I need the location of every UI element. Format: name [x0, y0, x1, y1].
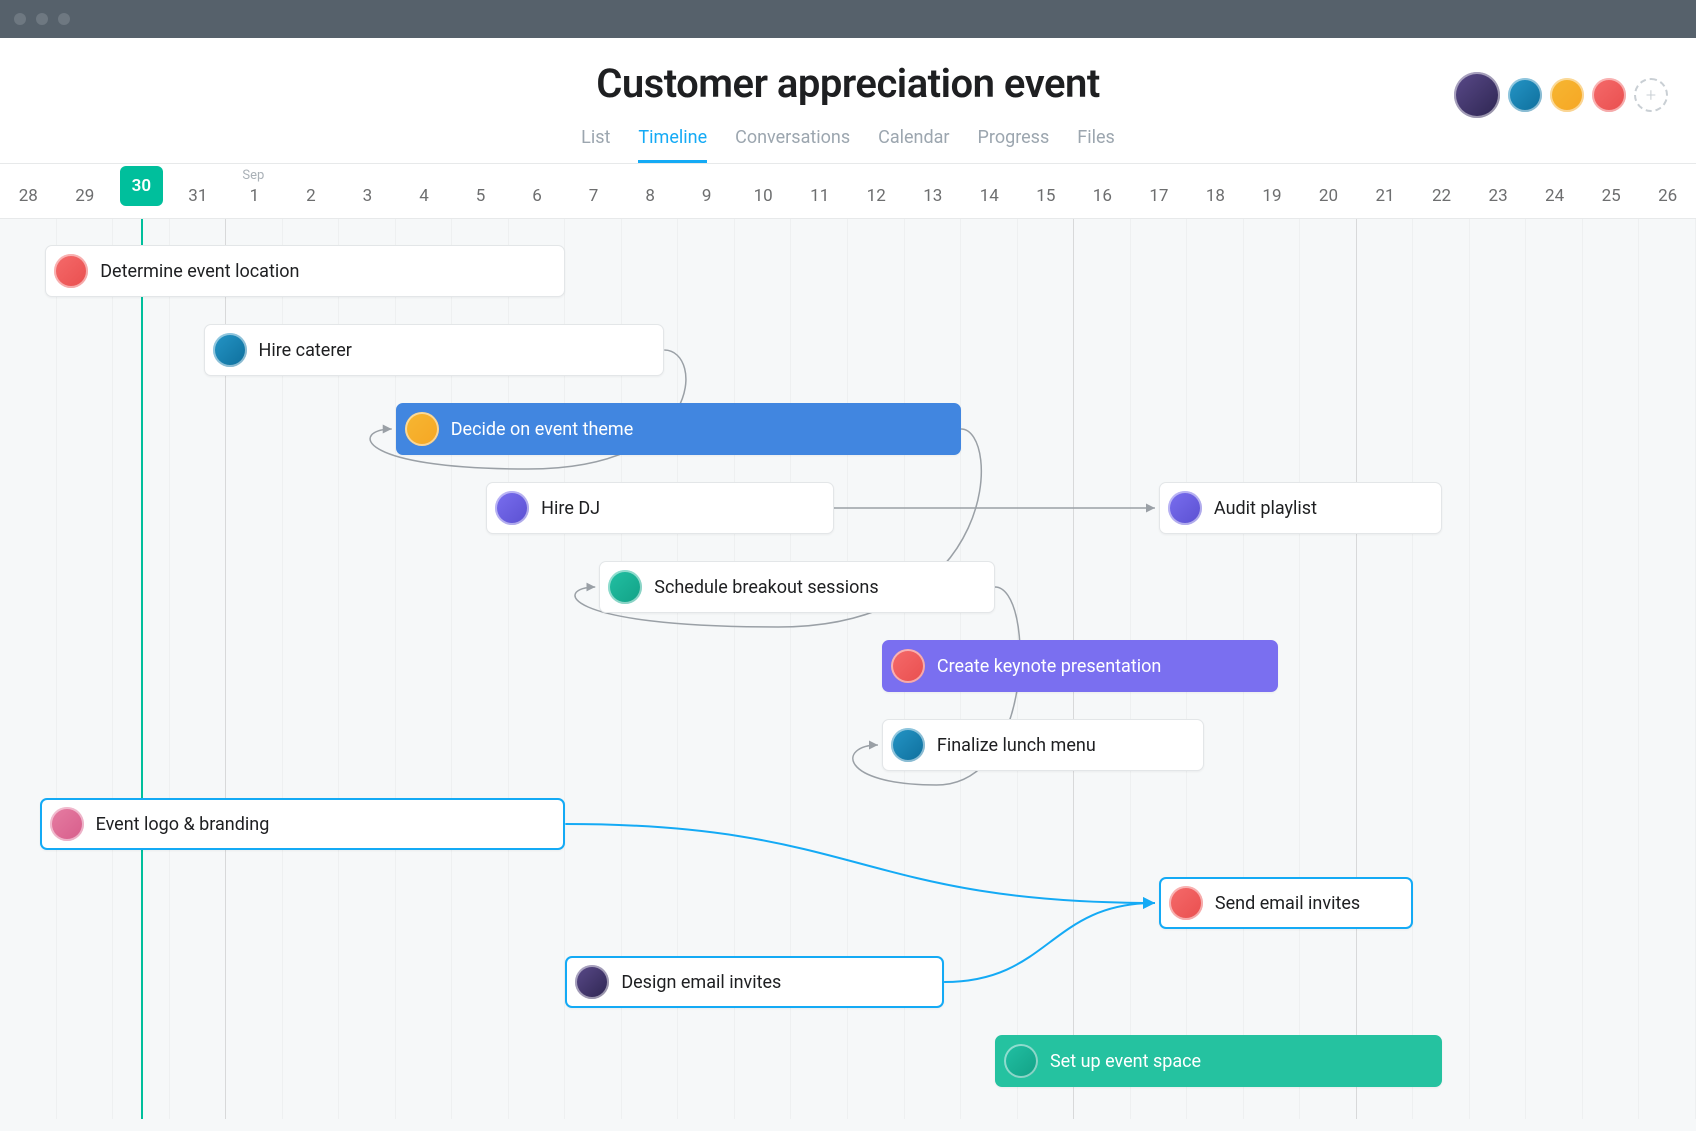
traffic-light-min[interactable] — [36, 13, 48, 25]
task-label: Hire caterer — [259, 340, 352, 361]
task-bar[interactable]: Send email invites — [1159, 877, 1413, 929]
day-column: 21 — [1357, 164, 1414, 218]
traffic-light-close[interactable] — [14, 13, 26, 25]
task-label: Event logo & branding — [96, 814, 270, 835]
member-avatar[interactable] — [1550, 78, 1584, 112]
assignee-avatar — [1004, 1044, 1038, 1078]
day-column: 31 — [170, 164, 227, 218]
task-label: Audit playlist — [1214, 498, 1317, 519]
day-column: 25 — [1583, 164, 1640, 218]
add-member-button[interactable]: + — [1634, 78, 1668, 112]
day-column: 26 — [1639, 164, 1696, 218]
assignee-avatar — [213, 333, 247, 367]
day-column: 11 — [791, 164, 848, 218]
assignee-avatar — [891, 649, 925, 683]
task-label: Send email invites — [1215, 893, 1360, 914]
task-bar[interactable]: Event logo & branding — [40, 798, 566, 850]
task-label: Create keynote presentation — [937, 656, 1161, 677]
day-column: 28 — [0, 164, 57, 218]
timeline-canvas[interactable]: Determine event location Hire caterer Deci… — [0, 219, 1696, 1119]
member-avatar[interactable] — [1508, 78, 1542, 112]
day-column: 10 — [735, 164, 792, 218]
day-column: 5 — [452, 164, 509, 218]
task-bar[interactable]: Hire DJ — [486, 482, 834, 534]
task-label: Schedule breakout sessions — [654, 577, 878, 598]
day-column: 15 — [1018, 164, 1075, 218]
day-column: 8 — [622, 164, 679, 218]
assignee-avatar — [1168, 491, 1202, 525]
traffic-light-max[interactable] — [58, 13, 70, 25]
task-bar[interactable]: Design email invites — [565, 956, 944, 1008]
assignee-avatar — [608, 570, 642, 604]
day-column: 23 — [1470, 164, 1527, 218]
day-column: 22 — [1413, 164, 1470, 218]
month-label: Sep — [242, 168, 264, 183]
project-members: + — [1454, 72, 1668, 118]
day-column: 18 — [1187, 164, 1244, 218]
day-column: 13 — [905, 164, 962, 218]
day-column: 29 — [57, 164, 114, 218]
assignee-avatar — [575, 965, 609, 999]
tab-list[interactable]: List — [581, 121, 610, 163]
day-column: 19 — [1244, 164, 1301, 218]
day-column: 14 — [961, 164, 1018, 218]
tab-conversations[interactable]: Conversations — [735, 121, 850, 163]
day-column: 3 — [339, 164, 396, 218]
assignee-avatar — [1169, 886, 1203, 920]
assignee-avatar — [495, 491, 529, 525]
day-column: 24 — [1526, 164, 1583, 218]
task-bar[interactable]: Decide on event theme — [396, 403, 961, 455]
day-column: 7 — [565, 164, 622, 218]
member-avatar[interactable] — [1454, 72, 1500, 118]
task-bar[interactable]: Determine event location — [45, 245, 565, 297]
tab-progress[interactable]: Progress — [978, 121, 1050, 163]
task-label: Finalize lunch menu — [937, 735, 1096, 756]
app-header: Customer appreciation event List Timeline… — [0, 38, 1696, 164]
task-bar[interactable]: Hire caterer — [204, 324, 665, 376]
task-label: Decide on event theme — [451, 419, 634, 440]
task-bar[interactable]: Schedule breakout sessions — [599, 561, 995, 613]
day-column: 30 — [113, 164, 170, 218]
day-column: 20 — [1300, 164, 1357, 218]
tab-calendar[interactable]: Calendar — [878, 121, 949, 163]
task-label: Set up event space — [1050, 1051, 1201, 1072]
assignee-avatar — [405, 412, 439, 446]
assignee-avatar — [54, 254, 88, 288]
assignee-avatar — [50, 807, 84, 841]
task-label: Hire DJ — [541, 498, 600, 519]
day-column: 9 — [678, 164, 735, 218]
day-column: 12 — [848, 164, 905, 218]
page-title: Customer appreciation event — [0, 60, 1696, 107]
day-column: 17 — [1131, 164, 1188, 218]
day-column: 2 — [283, 164, 340, 218]
tab-timeline[interactable]: Timeline — [638, 121, 707, 163]
assignee-avatar — [891, 728, 925, 762]
day-column: 4 — [396, 164, 453, 218]
timeline-ruler: 2829303112345678910111213141516171819202… — [0, 164, 1696, 219]
tab-files[interactable]: Files — [1077, 121, 1115, 163]
task-bar[interactable]: Create keynote presentation — [882, 640, 1278, 692]
day-column: 16 — [1074, 164, 1131, 218]
today-marker — [141, 219, 143, 1119]
task-bar[interactable]: Audit playlist — [1159, 482, 1442, 534]
window-chrome — [0, 0, 1696, 38]
member-avatar[interactable] — [1592, 78, 1626, 112]
task-label: Determine event location — [100, 261, 299, 282]
view-tabs: List Timeline Conversations Calendar Progres… — [0, 121, 1696, 163]
task-label: Design email invites — [621, 972, 781, 993]
task-bar[interactable]: Set up event space — [995, 1035, 1442, 1087]
day-column: 6 — [509, 164, 566, 218]
task-bar[interactable]: Finalize lunch menu — [882, 719, 1204, 771]
